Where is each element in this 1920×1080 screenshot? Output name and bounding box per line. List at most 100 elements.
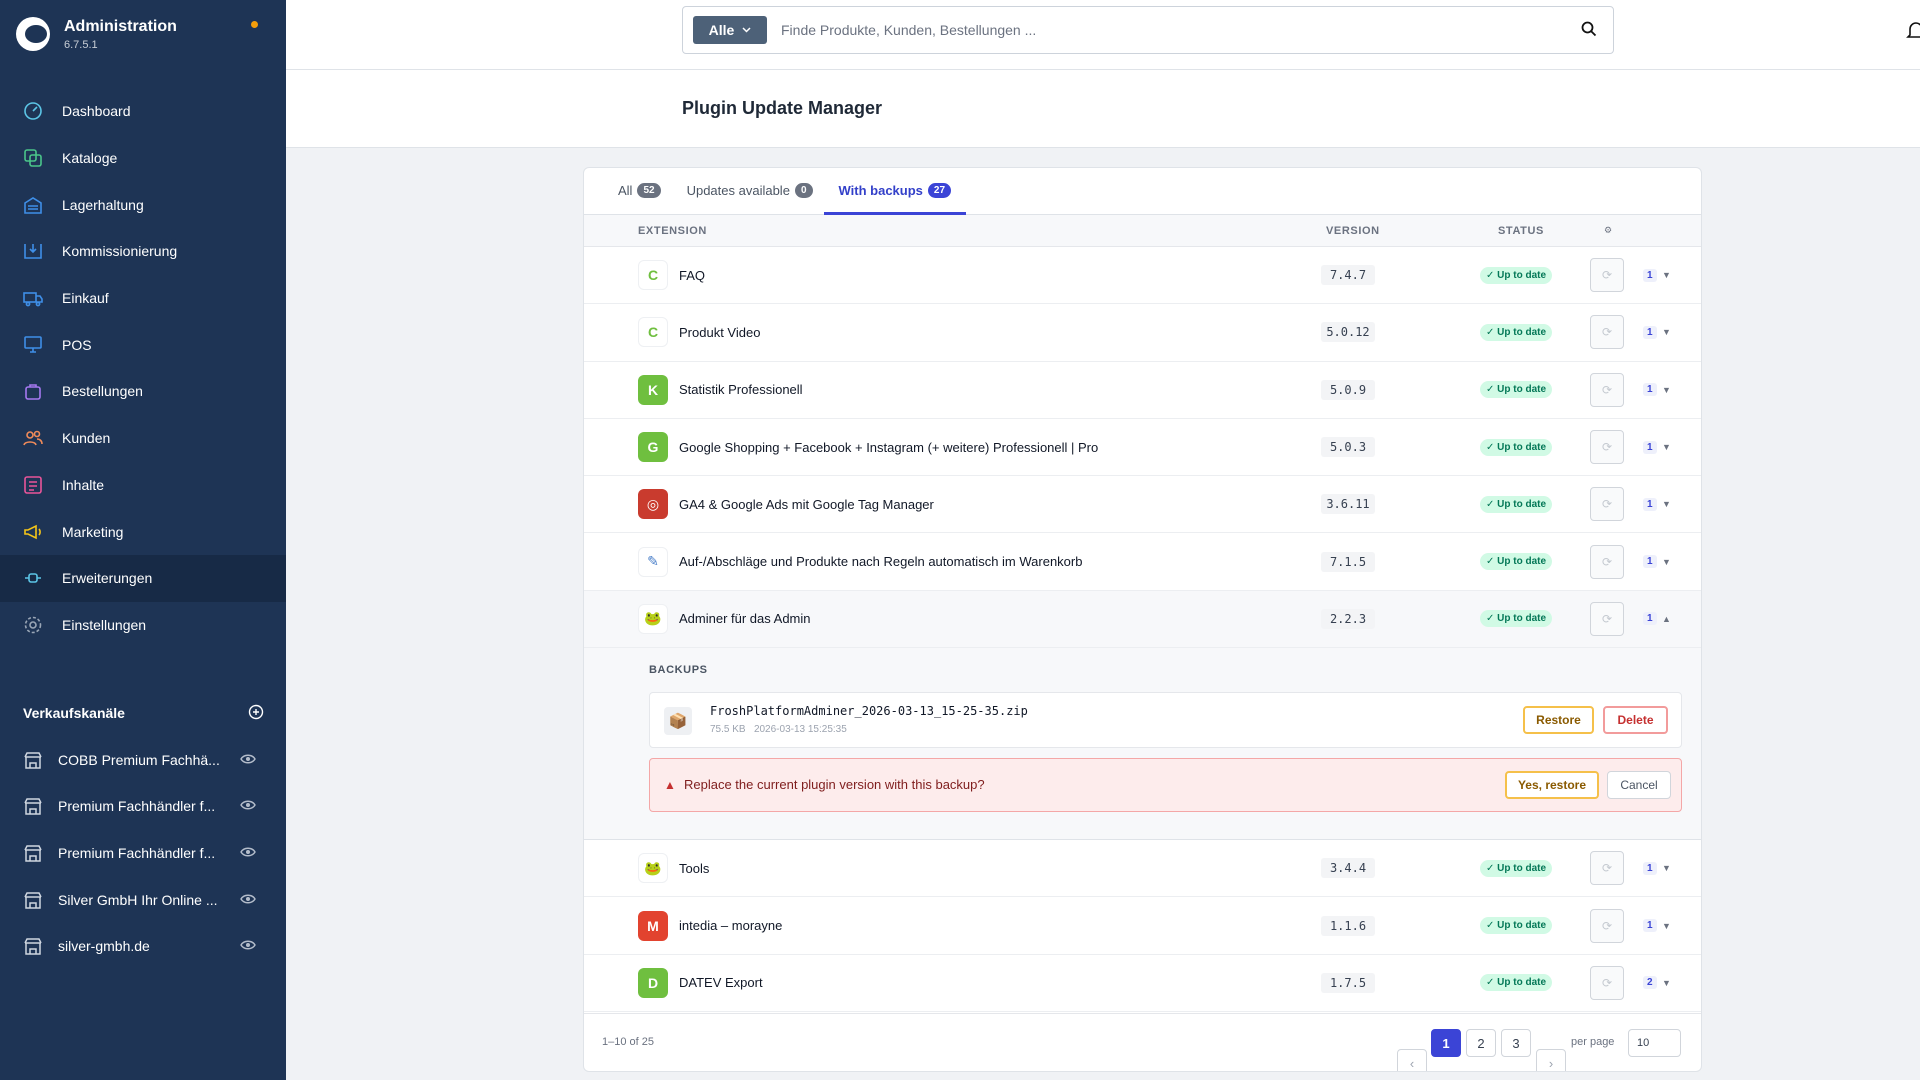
next-page-button[interactable]: ›	[1536, 1049, 1566, 1071]
sales-channel-item[interactable]: Silver GmbH Ihr Online ...	[0, 876, 286, 923]
column-status: STATUS	[1498, 224, 1544, 237]
status-badge: ✓ Up to date	[1480, 553, 1553, 571]
refresh-button[interactable]: ⟳	[1590, 908, 1624, 943]
refresh-button[interactable]: ⟳	[1590, 372, 1624, 407]
chevron-down-icon[interactable]: ▼	[1662, 863, 1671, 873]
eye-icon[interactable]	[240, 798, 256, 814]
sidebar-item-erweiterungen[interactable]: Erweiterungen	[0, 554, 286, 602]
table-header: EXTENSION VERSION STATUS ⚙	[584, 215, 1701, 247]
shopware-logo[interactable]	[16, 17, 50, 51]
sidebar-item-kataloge[interactable]: Kataloge	[0, 135, 286, 182]
per-page-input[interactable]	[1628, 1029, 1681, 1057]
refresh-button[interactable]: ⟳	[1590, 601, 1624, 636]
tab-all[interactable]: All 52	[618, 168, 661, 214]
version-badge: 1.1.6	[1321, 915, 1375, 936]
version-badge: 2.2.3	[1321, 608, 1375, 629]
table-row[interactable]: Mintedia – morayne 1.1.6 ✓ Up to date ⟳ 1 ▼	[584, 897, 1701, 955]
eye-icon[interactable]	[240, 892, 256, 908]
column-options-icon: ⚙	[1604, 225, 1613, 235]
chevron-down-icon[interactable]: ▼	[1662, 499, 1671, 509]
table-row[interactable]: C Produkt Video 5.0.12 ✓ Up to date ⟳ 1 ▼	[584, 304, 1701, 362]
extension-name: Produkt Video	[679, 324, 761, 340]
refresh-button[interactable]: ⟳	[1590, 430, 1624, 465]
warehouse-icon	[22, 194, 44, 216]
status-badge: ✓ Up to date	[1480, 381, 1553, 399]
refresh-button[interactable]: ⟳	[1590, 315, 1624, 350]
table-row[interactable]: C FAQ 7.4.7 ✓ Up to date ⟳ 1 ▼	[584, 247, 1701, 305]
gear-icon	[22, 614, 44, 636]
chevron-down-icon[interactable]: ▼	[1662, 385, 1671, 395]
chevron-down-icon[interactable]: ▼	[1662, 921, 1671, 931]
page-header: Plugin Update Manager	[286, 70, 1920, 148]
tab-label: With backups	[838, 183, 923, 198]
sidebar-item-marketing[interactable]: Marketing	[0, 508, 286, 555]
sidebar-item-pos[interactable]: POS	[0, 321, 286, 368]
tab-with-backups[interactable]: With backups 27	[823, 168, 967, 215]
version-badge: 3.6.11	[1321, 494, 1375, 515]
chevron-down-icon[interactable]: ▼	[1662, 978, 1671, 988]
pagination-range: 1–10 of 25	[602, 1036, 654, 1048]
sidebar-item-einkauf[interactable]: Einkauf	[0, 275, 286, 322]
sales-channel-label: COBB Premium Fachhä...	[58, 751, 220, 768]
eye-icon[interactable]	[240, 845, 256, 861]
cancel-button[interactable]: Cancel	[1607, 771, 1671, 800]
table-row[interactable]: ◎ GA4 & Google Ads mit Google Tag Manager…	[584, 476, 1701, 534]
table-row[interactable]: ✎ Auf-/Abschläge und Produkte nach Regeln…	[584, 533, 1701, 591]
search-type-select[interactable]: Alle	[693, 16, 767, 44]
delete-button[interactable]: Delete	[1603, 706, 1668, 735]
bell-icon[interactable]	[1906, 20, 1920, 42]
chevron-down-icon[interactable]: ▼	[1662, 442, 1671, 452]
sales-channels-header: Verkaufskanäle	[0, 700, 286, 726]
sales-channel-item[interactable]: Premium Fachhändler f...	[0, 830, 286, 877]
chevron-down-icon[interactable]: ▼	[1662, 327, 1671, 337]
search-type-label: Alle	[708, 22, 735, 38]
sidebar-item-label: Kataloge	[62, 150, 118, 167]
restore-button[interactable]: Restore	[1523, 706, 1594, 735]
refresh-button[interactable]: ⟳	[1590, 258, 1624, 293]
chevron-down-icon[interactable]: ▼	[1662, 557, 1671, 567]
extension-logo-icon: D	[638, 967, 668, 998]
page-3-button[interactable]: 3	[1501, 1029, 1531, 1057]
storefront-icon	[22, 795, 44, 817]
refresh-button[interactable]: ⟳	[1590, 965, 1624, 1000]
sales-channel-item[interactable]: Premium Fachhändler f...	[0, 783, 286, 830]
eye-icon[interactable]	[240, 938, 256, 954]
sidebar-item-einstellungen[interactable]: Einstellungen	[0, 602, 286, 649]
extension-name: Auf-/Abschläge und Produkte nach Regeln …	[679, 554, 1083, 570]
catalog-icon	[22, 147, 44, 169]
version-badge: 5.0.9	[1321, 379, 1375, 400]
sidebar-item-kunden[interactable]: Kunden	[0, 415, 286, 462]
table-row[interactable]: D DATEV Export 1.7.5 ✓ Up to date ⟳ 2 ▼	[584, 955, 1701, 1012]
search-icon[interactable]	[1581, 21, 1597, 42]
sales-channel-item[interactable]: silver-gmbh.de	[0, 923, 286, 970]
column-version: VERSION	[1326, 224, 1380, 237]
table-row[interactable]: G Google Shopping + Facebook + Instagram …	[584, 419, 1701, 477]
page-1-button[interactable]: 1	[1431, 1029, 1461, 1057]
version-badge: 5.0.3	[1321, 437, 1375, 458]
table-row[interactable]: K Statistik Professionell 5.0.9 ✓ Up to dat…	[584, 362, 1701, 419]
sidebar-item-kommissionierung[interactable]: Kommissionierung	[0, 228, 286, 275]
refresh-button[interactable]: ⟳	[1590, 487, 1624, 522]
sidebar-item-inhalte[interactable]: Inhalte	[0, 462, 286, 509]
page-2-button[interactable]: 2	[1466, 1029, 1496, 1057]
sidebar-item-bestellungen[interactable]: Bestellungen	[0, 368, 286, 415]
refresh-button[interactable]: ⟳	[1590, 544, 1624, 579]
tab-updates-available[interactable]: Updates available 0	[687, 168, 813, 214]
sidebar-item-dashboard[interactable]: Dashboard	[0, 88, 286, 135]
sidebar-item-lagerhaltung[interactable]: Lagerhaltung	[0, 181, 286, 228]
search-input[interactable]	[781, 22, 1561, 38]
extension-name: intedia – morayne	[679, 918, 783, 934]
prev-page-button[interactable]: ‹	[1397, 1049, 1427, 1071]
table-row[interactable]: 🐸 Adminer für das Admin 2.2.3 ✓ Up to date ⟳…	[584, 590, 1701, 649]
restore-confirmation: ▲ Replace the current plugin version wit…	[649, 758, 1682, 813]
yes-restore-button[interactable]: Yes, restore	[1505, 771, 1599, 800]
chevron-down-icon[interactable]: ▼	[1662, 270, 1671, 280]
table-row[interactable]: 🐸 Tools 3.4.4 ✓ Up to date ⟳ 1 ▼	[584, 840, 1701, 898]
add-sales-channel-icon[interactable]	[248, 704, 264, 723]
refresh-button[interactable]: ⟳	[1590, 851, 1624, 886]
extension-logo-icon: C	[638, 317, 668, 348]
eye-icon[interactable]	[240, 752, 256, 768]
sales-channel-item[interactable]: COBB Premium Fachhä...	[0, 736, 286, 783]
backup-count: 1	[1643, 861, 1657, 875]
chevron-up-icon[interactable]: ▲	[1662, 614, 1671, 624]
